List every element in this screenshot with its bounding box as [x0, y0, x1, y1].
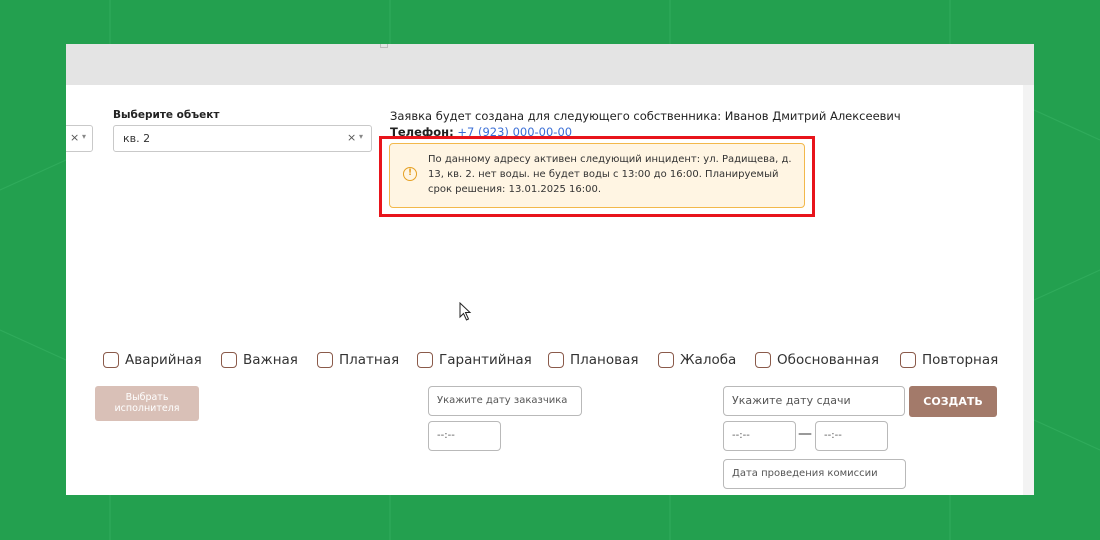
chevron-down-icon: ▾: [359, 132, 364, 141]
flag-label: Гарантийная: [439, 352, 532, 368]
flag-label: Плановая: [570, 352, 639, 368]
object-select[interactable]: кв. 2 × ▾: [113, 125, 372, 152]
app-window: × ▾ Выберите объект кв. 2 × ▾ Заявка буд…: [66, 44, 1034, 495]
due-date-input[interactable]: Укажите дату сдачи: [723, 386, 905, 416]
customer-time-input[interactable]: --:--: [428, 421, 501, 451]
checkbox[interactable]: [548, 352, 564, 368]
time-from-input[interactable]: --:--: [723, 421, 796, 451]
checkbox[interactable]: [900, 352, 916, 368]
flag-label: Повторная: [922, 352, 999, 368]
checkbox[interactable]: [417, 352, 433, 368]
time-range-dash: —: [798, 426, 812, 442]
checkbox[interactable]: [317, 352, 333, 368]
flag-emergency[interactable]: Аварийная: [103, 350, 202, 370]
top-toolbar: [66, 44, 1034, 85]
flag-repeated[interactable]: Повторная: [900, 350, 998, 370]
create-button[interactable]: СОЗДАТЬ: [909, 386, 997, 417]
flag-justified[interactable]: Обоснованная: [755, 350, 879, 370]
previous-select[interactable]: × ▾: [66, 125, 93, 152]
owner-info: Заявка будет создана для следующего собс…: [390, 109, 901, 123]
mouse-cursor-icon: [459, 302, 472, 321]
flag-complaint[interactable]: Жалоба: [658, 350, 736, 370]
flag-label: Обоснованная: [777, 352, 879, 368]
flag-label: Жалоба: [680, 352, 737, 368]
clear-icon[interactable]: ×: [347, 131, 356, 144]
checkbox[interactable]: [221, 352, 237, 368]
checkbox[interactable]: [103, 352, 119, 368]
flag-warranty[interactable]: Гарантийная: [417, 350, 532, 370]
time-to-input[interactable]: --:--: [815, 421, 888, 451]
clear-icon[interactable]: ×: [70, 131, 79, 144]
checkbox[interactable]: [755, 352, 771, 368]
chevron-down-icon: ▾: [82, 132, 87, 141]
flag-label: Важная: [243, 352, 298, 368]
red-highlight-frame: [379, 136, 815, 217]
flag-important[interactable]: Важная: [221, 350, 298, 370]
choose-executor-button[interactable]: Выбрать исполнителя: [95, 386, 199, 421]
object-select-label: Выберите объект: [113, 109, 220, 121]
object-select-value: кв. 2: [123, 132, 151, 145]
customer-date-input[interactable]: Укажите дату заказчика: [428, 386, 582, 416]
commission-date-input[interactable]: Дата проведения комиссии: [723, 459, 906, 489]
flag-label: Платная: [339, 352, 400, 368]
flag-label: Аварийная: [125, 352, 202, 368]
flag-paid[interactable]: Платная: [317, 350, 399, 370]
scrollbar-track[interactable]: [1023, 85, 1034, 495]
flag-planned[interactable]: Плановая: [548, 350, 639, 370]
checkbox[interactable]: [658, 352, 674, 368]
resize-marker: [380, 44, 388, 48]
